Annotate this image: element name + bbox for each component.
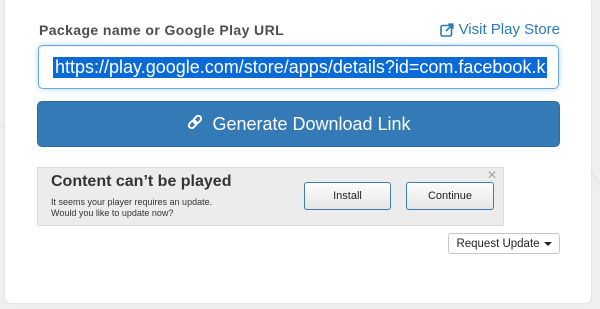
visit-play-store-link[interactable]: Visit Play Store (439, 21, 560, 38)
request-update-label: Request Update (456, 237, 540, 250)
package-url-value: https://play.google.com/store/apps/detai… (53, 57, 548, 78)
generate-download-link-label: Generate Download Link (212, 113, 411, 134)
ad-banner: Content can’t be played It seems your pl… (37, 167, 504, 226)
field-label: Package name or Google Play URL (39, 22, 285, 38)
ad-install-button[interactable]: Install (304, 182, 391, 210)
link-icon (186, 113, 204, 136)
caret-down-icon (543, 242, 552, 246)
ad-message-line-1: It seems your player requires an update. (51, 197, 213, 207)
external-link-icon (439, 22, 454, 37)
package-url-input[interactable]: https://play.google.com/store/apps/detai… (38, 45, 559, 89)
ad-continue-button[interactable]: Continue (406, 182, 494, 210)
ad-title: Content can’t be played (51, 173, 232, 190)
ad-message-line-2: Would you like to update now? (51, 208, 174, 218)
close-icon[interactable]: ✕ (487, 169, 497, 181)
visit-play-store-label: Visit Play Store (458, 21, 560, 38)
request-update-dropdown[interactable]: Request Update (448, 233, 560, 254)
generate-download-link-button[interactable]: Generate Download Link (37, 101, 560, 147)
